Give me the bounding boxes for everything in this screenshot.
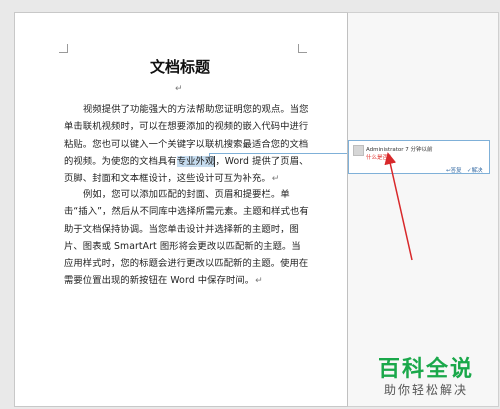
annotation-arrow bbox=[384, 152, 413, 261]
watermark-logo-text: 百科全说 bbox=[378, 357, 475, 382]
watermark-tagline: 助你轻松解决 bbox=[384, 383, 469, 397]
